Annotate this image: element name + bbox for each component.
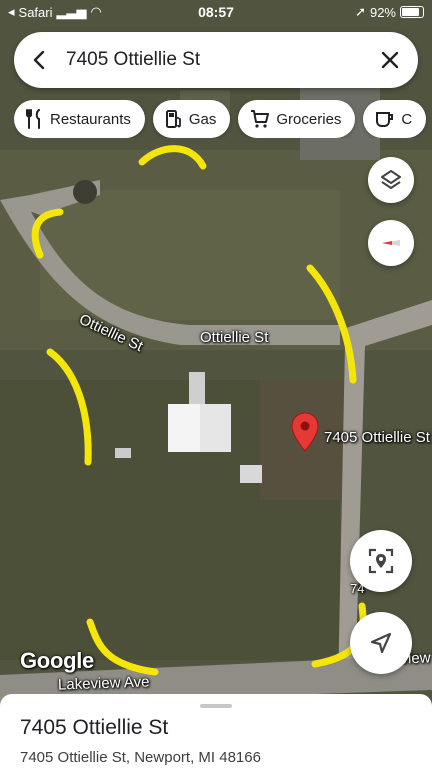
street-view-button[interactable]: [350, 530, 412, 592]
location-arrow-icon: ➚: [355, 4, 366, 19]
chip-label: Restaurants: [50, 110, 131, 128]
street-label-lakeview: Lakeview Ave: [57, 673, 150, 694]
cart-icon: [251, 110, 270, 128]
close-icon: [381, 51, 399, 69]
pin-label: 7405 Ottiellie St: [324, 429, 430, 446]
coffee-icon: [376, 112, 394, 127]
street-label-ottiellie: Ottiellie St: [200, 329, 269, 346]
arrow-back-icon: [33, 50, 45, 70]
category-chips: Restaurants Gas Groceries C: [14, 100, 432, 138]
drag-handle[interactable]: [200, 704, 232, 708]
compass-button[interactable]: [368, 220, 414, 266]
chip-gas[interactable]: Gas: [152, 100, 231, 138]
battery-icon: [400, 6, 424, 18]
back-button[interactable]: [14, 32, 66, 88]
fork-knife-icon: [26, 109, 40, 129]
place-address: 7405 Ottiellie St, Newport, MI 48166: [20, 749, 261, 766]
chip-label: Gas: [188, 110, 217, 128]
layers-button[interactable]: [368, 157, 414, 203]
battery-percent: 92%: [369, 4, 396, 20]
clear-search-button[interactable]: [362, 32, 418, 88]
chip-restaurants[interactable]: Restaurants: [14, 100, 145, 138]
place-title: 7405 Ottiellie St: [20, 716, 169, 739]
location-pin[interactable]: [290, 412, 320, 452]
status-bar: ◂ Safari ▂▃▅ ◠ 08:57 ➚ 92%: [0, 0, 432, 26]
navigation-arrow-icon: [370, 632, 392, 654]
search-input[interactable]: 7405 Ottiellie St: [66, 49, 362, 71]
layers-icon: [381, 170, 401, 189]
chip-label: C: [401, 110, 413, 128]
chip-coffee[interactable]: C: [363, 100, 427, 138]
street-view-icon: [368, 548, 394, 574]
chip-label: Groceries: [276, 110, 342, 128]
place-bottom-sheet[interactable]: 7405 Ottiellie St 7405 Ottiellie St, New…: [0, 694, 432, 768]
search-bar[interactable]: 7405 Ottiellie St: [14, 32, 418, 88]
gas-pump-icon: [165, 110, 181, 128]
my-location-button[interactable]: [350, 612, 412, 674]
compass-icon: [382, 240, 400, 246]
google-logo: Google: [20, 648, 94, 673]
chip-groceries[interactable]: Groceries: [238, 100, 356, 138]
